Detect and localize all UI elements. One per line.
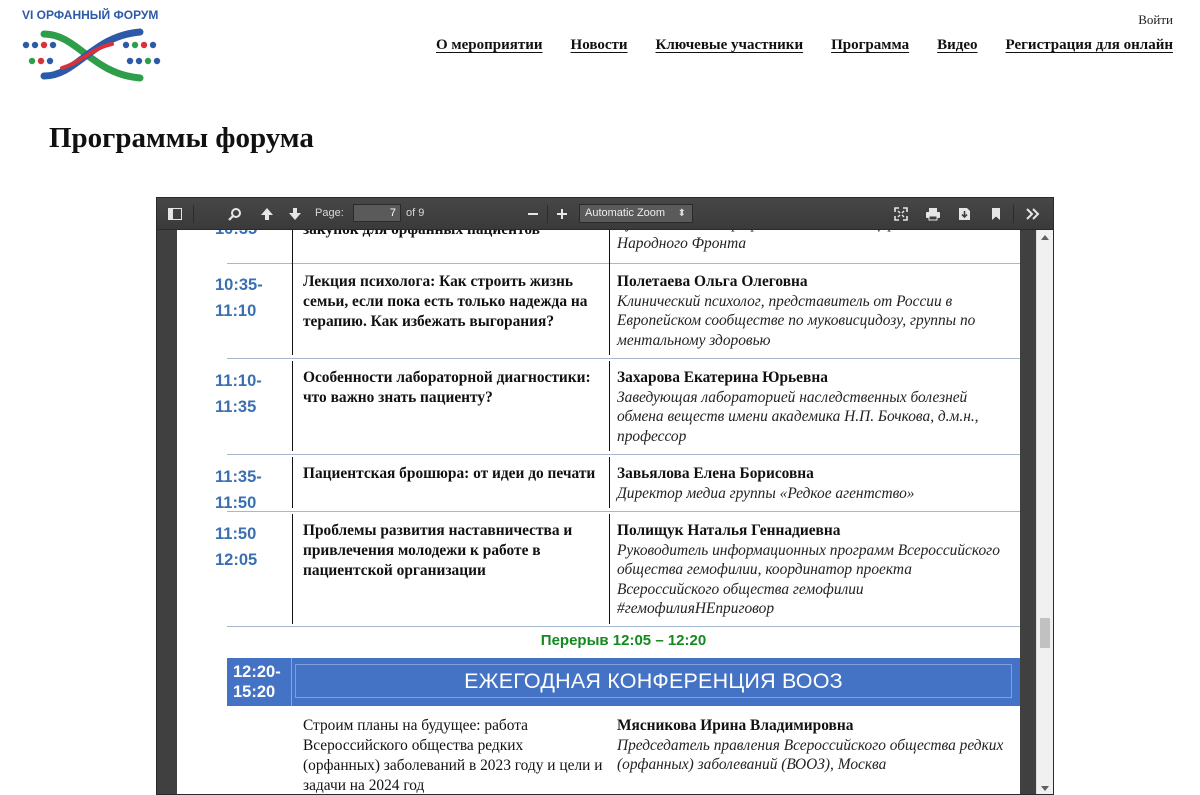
sidebar-toggle-icon[interactable]	[165, 204, 185, 224]
nav-video[interactable]: Видео	[937, 37, 977, 54]
scrollbar-thumb[interactable]	[1040, 618, 1050, 648]
session-speaker: Руководитель Бюро расследований Общеросс…	[617, 230, 1007, 253]
next-page-icon[interactable]	[285, 204, 305, 224]
session-time: 10:35- 11:10	[215, 276, 263, 320]
nav-news[interactable]: Новости	[571, 37, 628, 54]
nav-speakers[interactable]: Ключевые участники	[656, 37, 804, 54]
session-topic: закупок для орфанных пациентов	[303, 230, 603, 240]
session-speaker: Полетаева Ольга Олеговна Клинический псих…	[617, 272, 1007, 350]
fullscreen-icon[interactable]	[891, 204, 911, 224]
session-time: 11:35- 11:50	[215, 468, 262, 512]
session-time: 11:10- 11:35	[215, 372, 262, 416]
pdf-page: 10:35 закупок для орфанных пациентов Рук…	[177, 230, 1020, 794]
print-icon[interactable]	[923, 204, 943, 224]
column-divider	[292, 361, 293, 451]
column-divider	[609, 514, 610, 624]
logo-text: VI ОРФАННЫЙ ФОРУМ	[22, 8, 159, 22]
speaker-name: Полищук Наталья Геннадиевна	[617, 522, 841, 539]
chevron-updown-icon: ⬍	[677, 208, 686, 219]
break-label: Перерыв 12:05 – 12:20	[540, 632, 707, 649]
bookmark-icon[interactable]	[986, 204, 1006, 224]
session-topic: Лекция психолога: Как строить жизнь семь…	[303, 273, 588, 330]
column-divider	[609, 230, 610, 355]
pdf-page-area[interactable]: 10:35 закупок для орфанных пациентов Рук…	[157, 230, 1037, 794]
download-icon[interactable]	[954, 204, 974, 224]
conference-band: 12:20- 15:20 ЕЖЕГОДНАЯ КОНФЕРЕНЦИЯ ВООЗ	[227, 658, 1020, 706]
column-divider	[609, 361, 610, 451]
speaker-name: Полетаева Ольга Олеговна	[617, 273, 808, 290]
row-divider	[227, 263, 1020, 264]
speaker-name: Захарова Екатерина Юрьевна	[617, 369, 828, 386]
search-icon[interactable]	[225, 204, 245, 224]
speaker-name: Мясникова Ирина Владимировна	[617, 717, 854, 734]
band-divider	[291, 658, 292, 706]
session-speaker: Полищук Наталья Геннадиевна Руководитель …	[617, 521, 1007, 619]
login-link[interactable]: Войти	[1138, 12, 1173, 28]
scroll-up-icon[interactable]	[1041, 235, 1049, 240]
speaker-role: Заведующая лабораторией наследственных б…	[617, 388, 979, 445]
session-speaker: Мясникова Ирина Владимировна Председатель…	[617, 716, 1007, 775]
forum-logo[interactable]: VI ОРФАННЫЙ ФОРУМ	[22, 8, 182, 88]
row-divider	[227, 511, 1020, 512]
page-number-input[interactable]: 7	[353, 204, 401, 222]
speaker-name: Завьялова Елена Борисовна	[617, 465, 814, 482]
band-time: 12:20- 15:20	[233, 663, 281, 701]
session-topic: Строим планы на будущее: работа Всеросси…	[303, 717, 603, 794]
main-nav: О мероприятии Новости Ключевые участники…	[436, 37, 1173, 54]
zoom-value: Automatic Zoom	[585, 207, 666, 219]
toolbar-separator	[547, 205, 548, 223]
session-speaker: Захарова Екатерина Юрьевна Заведующая лаб…	[617, 368, 1007, 446]
band-title: ЕЖЕГОДНАЯ КОНФЕРЕНЦИЯ ВООЗ	[295, 664, 1012, 698]
pdf-scrollbar[interactable]	[1036, 230, 1053, 794]
session-time: 11:50 12:05	[215, 525, 258, 569]
row-divider	[227, 626, 1020, 627]
speaker-role: Директор медиа группы «Редкое агентство»	[617, 484, 915, 502]
toolbar-separator	[1013, 205, 1014, 223]
session-topic: Пациентская брошюра: от идеи до печати	[303, 465, 596, 482]
speaker-role: Руководитель информационных программ Все…	[617, 541, 1000, 618]
more-tools-icon[interactable]	[1023, 204, 1043, 224]
zoom-select[interactable]: Automatic Zoom ⬍	[579, 204, 693, 223]
column-divider	[609, 457, 610, 508]
column-divider	[292, 230, 293, 355]
speaker-role: Руководитель Бюро расследований Общеросс…	[617, 230, 967, 252]
session-speaker: Завьялова Елена Борисовна Директор медиа …	[617, 464, 1007, 503]
zoom-in-icon[interactable]	[552, 204, 572, 224]
page-label: Page:	[315, 207, 344, 219]
scroll-down-icon[interactable]	[1041, 786, 1049, 791]
session-topic: Особенности лабораторной диагностики: чт…	[303, 369, 591, 406]
column-divider	[292, 514, 293, 624]
nav-online-registration[interactable]: Регистрация для онлайн	[1006, 37, 1174, 54]
row-divider	[227, 358, 1020, 359]
speaker-role: Клинический психолог, представитель от Р…	[617, 292, 976, 349]
nav-about[interactable]: О мероприятии	[436, 37, 543, 54]
nav-program[interactable]: Программа	[831, 37, 909, 54]
pdf-toolbar: Page: 7 of 9 Automatic Zoom ⬍	[157, 198, 1053, 230]
zoom-out-icon[interactable]	[523, 204, 543, 224]
page-title: Программы форума	[49, 122, 314, 154]
session-time: 10:35	[215, 230, 275, 242]
prev-page-icon[interactable]	[257, 204, 277, 224]
logo-mark-icon	[22, 28, 161, 82]
row-divider	[227, 454, 1020, 455]
page-total: of 9	[406, 207, 425, 219]
speaker-role: Председатель правления Всероссийского об…	[617, 736, 1004, 774]
toolbar-separator	[193, 205, 194, 223]
pdf-viewer: Page: 7 of 9 Automatic Zoom ⬍ Народного …	[156, 197, 1054, 795]
column-divider	[292, 457, 293, 508]
session-topic: Проблемы развития наставничества и привл…	[303, 522, 573, 579]
